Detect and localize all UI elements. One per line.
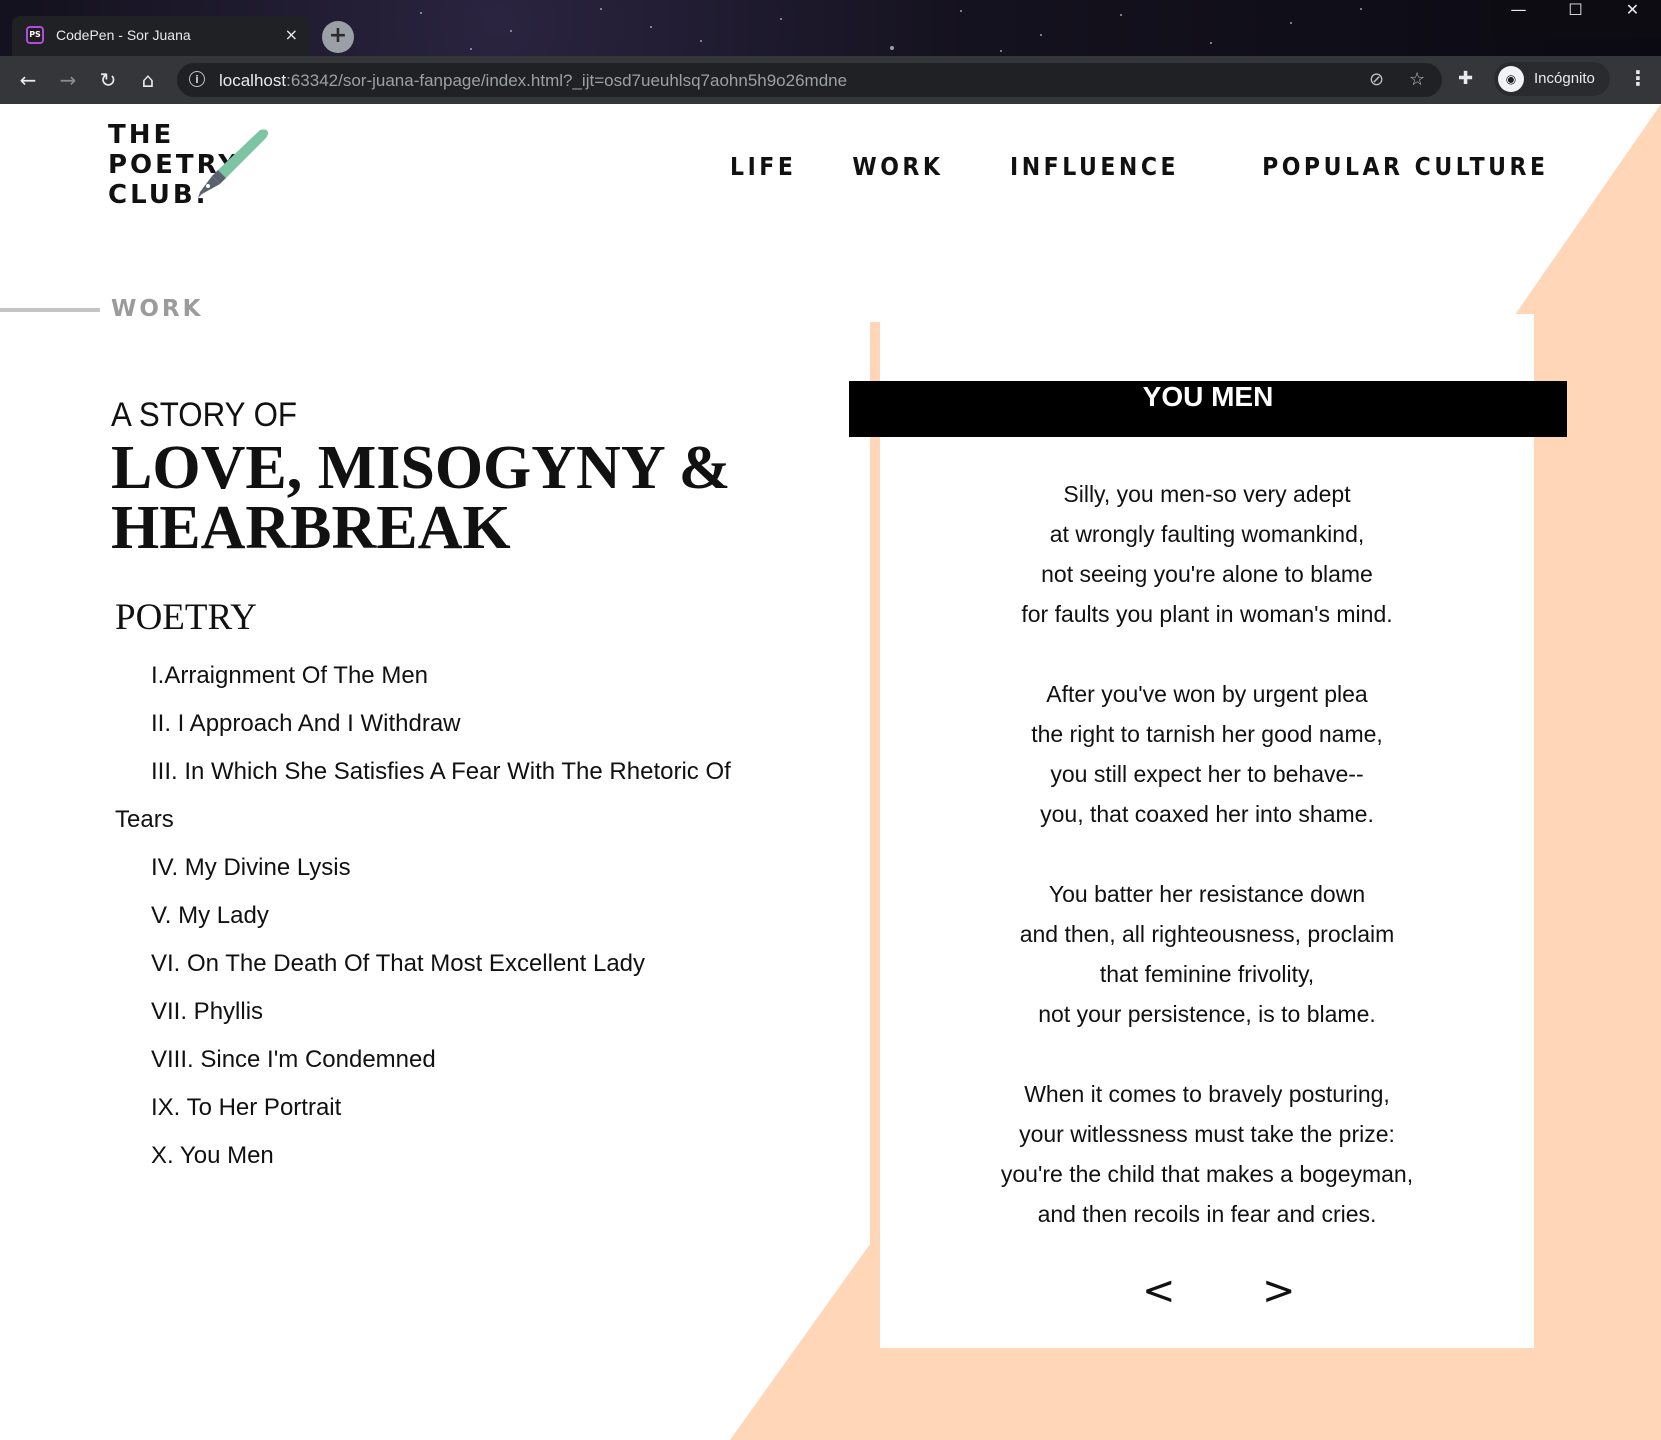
poem-line: for faults you plant in woman's mind. [1021, 601, 1393, 627]
browser-toolbar: ← → ↻ ⌂ i localhost:63342/sor-juana-fanp… [0, 56, 1661, 104]
poem-title: YOU MEN [1142, 381, 1274, 412]
minimize-button[interactable]: — [1490, 0, 1547, 38]
bookmark-star-icon[interactable]: ☆ [1409, 69, 1425, 90]
poem-line: and then recoils in fear and cries. [1037, 1201, 1377, 1227]
next-poem-button[interactable]: > [1262, 1268, 1296, 1314]
back-arrow-icon[interactable]: ← [16, 68, 40, 92]
close-window-button[interactable]: ✕ [1604, 0, 1661, 38]
tracking-blocked-eye-icon[interactable]: ⊘ [1369, 69, 1384, 90]
poem-list-item[interactable]: VIII. Since I'm Condemned [115, 1036, 735, 1084]
poem-line: at wrongly faulting womankind, [1049, 521, 1365, 547]
poem-line: and then, all righteousness, proclaim [1019, 921, 1395, 947]
new-tab-button[interactable]: + [322, 21, 354, 53]
section-label: WORK [111, 296, 204, 322]
maximize-button[interactable]: ☐ [1547, 0, 1604, 38]
address-bar[interactable]: i localhost:63342/sor-juana-fanpage/inde… [177, 63, 1442, 97]
nav-influence[interactable]: INFLUENCE [1010, 152, 1179, 181]
poem-line: your witlessness must take the prize: [1019, 1121, 1395, 1147]
poem-list-item[interactable]: VII. Phyllis [115, 988, 735, 1036]
window-controls: — ☐ ✕ [1490, 0, 1661, 38]
poem-stanza: You batter her resistance down and then,… [880, 874, 1534, 1034]
poem-line: you still expect her to behave-- [1050, 761, 1364, 787]
site-info-icon[interactable]: i [189, 71, 205, 87]
reload-icon[interactable]: ↻ [96, 68, 120, 92]
poem-list-item[interactable]: I.Arraignment Of The Men [115, 652, 735, 700]
nav-work[interactable]: WORK [852, 152, 943, 181]
phpstorm-favicon-icon: PS [26, 26, 44, 44]
poem-list: I.Arraignment Of The Men II. I Approach … [115, 652, 735, 1180]
prev-poem-button[interactable]: < [1142, 1268, 1176, 1314]
poetry-heading: POETRY [115, 597, 257, 638]
poem-list-item[interactable]: IX. To Her Portrait [115, 1084, 735, 1132]
home-icon[interactable]: ⌂ [136, 68, 160, 92]
browser-tab[interactable]: PS CodePen - Sor Juana × [12, 16, 310, 56]
poem-line: You batter her resistance down [1048, 881, 1366, 907]
poem-line: After you've won by urgent plea [1046, 681, 1368, 707]
forward-arrow-icon[interactable]: → [56, 68, 80, 92]
url-text[interactable]: localhost:63342/sor-juana-fanpage/index.… [219, 71, 847, 91]
poem-stanza: After you've won by urgent plea the righ… [880, 674, 1534, 834]
nav-life[interactable]: LIFE [730, 152, 796, 181]
poem-line: not seeing you're alone to blame [1041, 561, 1373, 587]
tab-title: CodePen - Sor Juana [56, 27, 191, 43]
url-host: localhost [219, 71, 287, 90]
site-logo[interactable]: THE POETRY CLUB. [108, 120, 268, 210]
poem-line: that feminine frivolity, [1099, 961, 1315, 987]
fountain-pen-icon [198, 129, 268, 198]
poem-list-item[interactable]: IV. My Divine Lysis [115, 844, 735, 892]
tab-close-icon[interactable]: × [285, 25, 298, 44]
incognito-label: Incógnito [1534, 70, 1595, 87]
extensions-puzzle-icon[interactable]: ✚ [1458, 68, 1473, 89]
poem-line: the right to tarnish her good name, [1031, 721, 1383, 747]
poem-line: you're the child that makes a bogeyman, [1000, 1161, 1414, 1187]
poem-list-item[interactable]: II. I Approach And I Withdraw [115, 700, 735, 748]
poem-line: When it comes to bravely posturing, [1024, 1081, 1390, 1107]
browser-menu-icon[interactable]: ⋮ [1628, 66, 1648, 90]
poem-stanza: Silly, you men-so very adept at wrongly … [880, 474, 1534, 634]
section-rule [0, 308, 100, 312]
intro-kicker: A STORY OF [111, 396, 298, 434]
main-nav: LIFE WORK INFLUENCE POPULAR CULTURE [721, 152, 1549, 181]
poem-list-item[interactable]: V. My Lady [115, 892, 735, 940]
browser-tab-strip: PS CodePen - Sor Juana × + — ☐ ✕ [0, 0, 1661, 56]
poem-list-item-active[interactable]: X. You Men [115, 1132, 735, 1180]
page-viewport: THE POETRY CLUB. LIFE WORK INFLUENCE POP… [0, 104, 1661, 1440]
nav-popular-culture[interactable]: POPULAR CULTURE [1263, 152, 1549, 181]
incognito-icon: ◉ [1498, 66, 1524, 92]
intro-headline: LOVE, MISOGYNY & HEARBREAK [111, 434, 731, 562]
poem-line: not your persistence, is to blame. [1038, 1001, 1376, 1027]
poem-stanza: When it comes to bravely posturing, your… [880, 1074, 1534, 1234]
poem-list-item[interactable]: VI. On The Death Of That Most Excellent … [115, 940, 735, 988]
poem-title-bar: YOU MEN [849, 381, 1567, 437]
url-path: :63342/sor-juana-fanpage/index.html?_ijt… [286, 71, 848, 90]
poem-list-item[interactable]: III. In Which She Satisfies A Fear With … [115, 748, 735, 844]
incognito-profile-button[interactable]: ◉ Incógnito [1494, 62, 1610, 96]
poem-line: you, that coaxed her into shame. [1040, 801, 1374, 827]
poem-line: Silly, you men-so very adept [1063, 481, 1351, 507]
